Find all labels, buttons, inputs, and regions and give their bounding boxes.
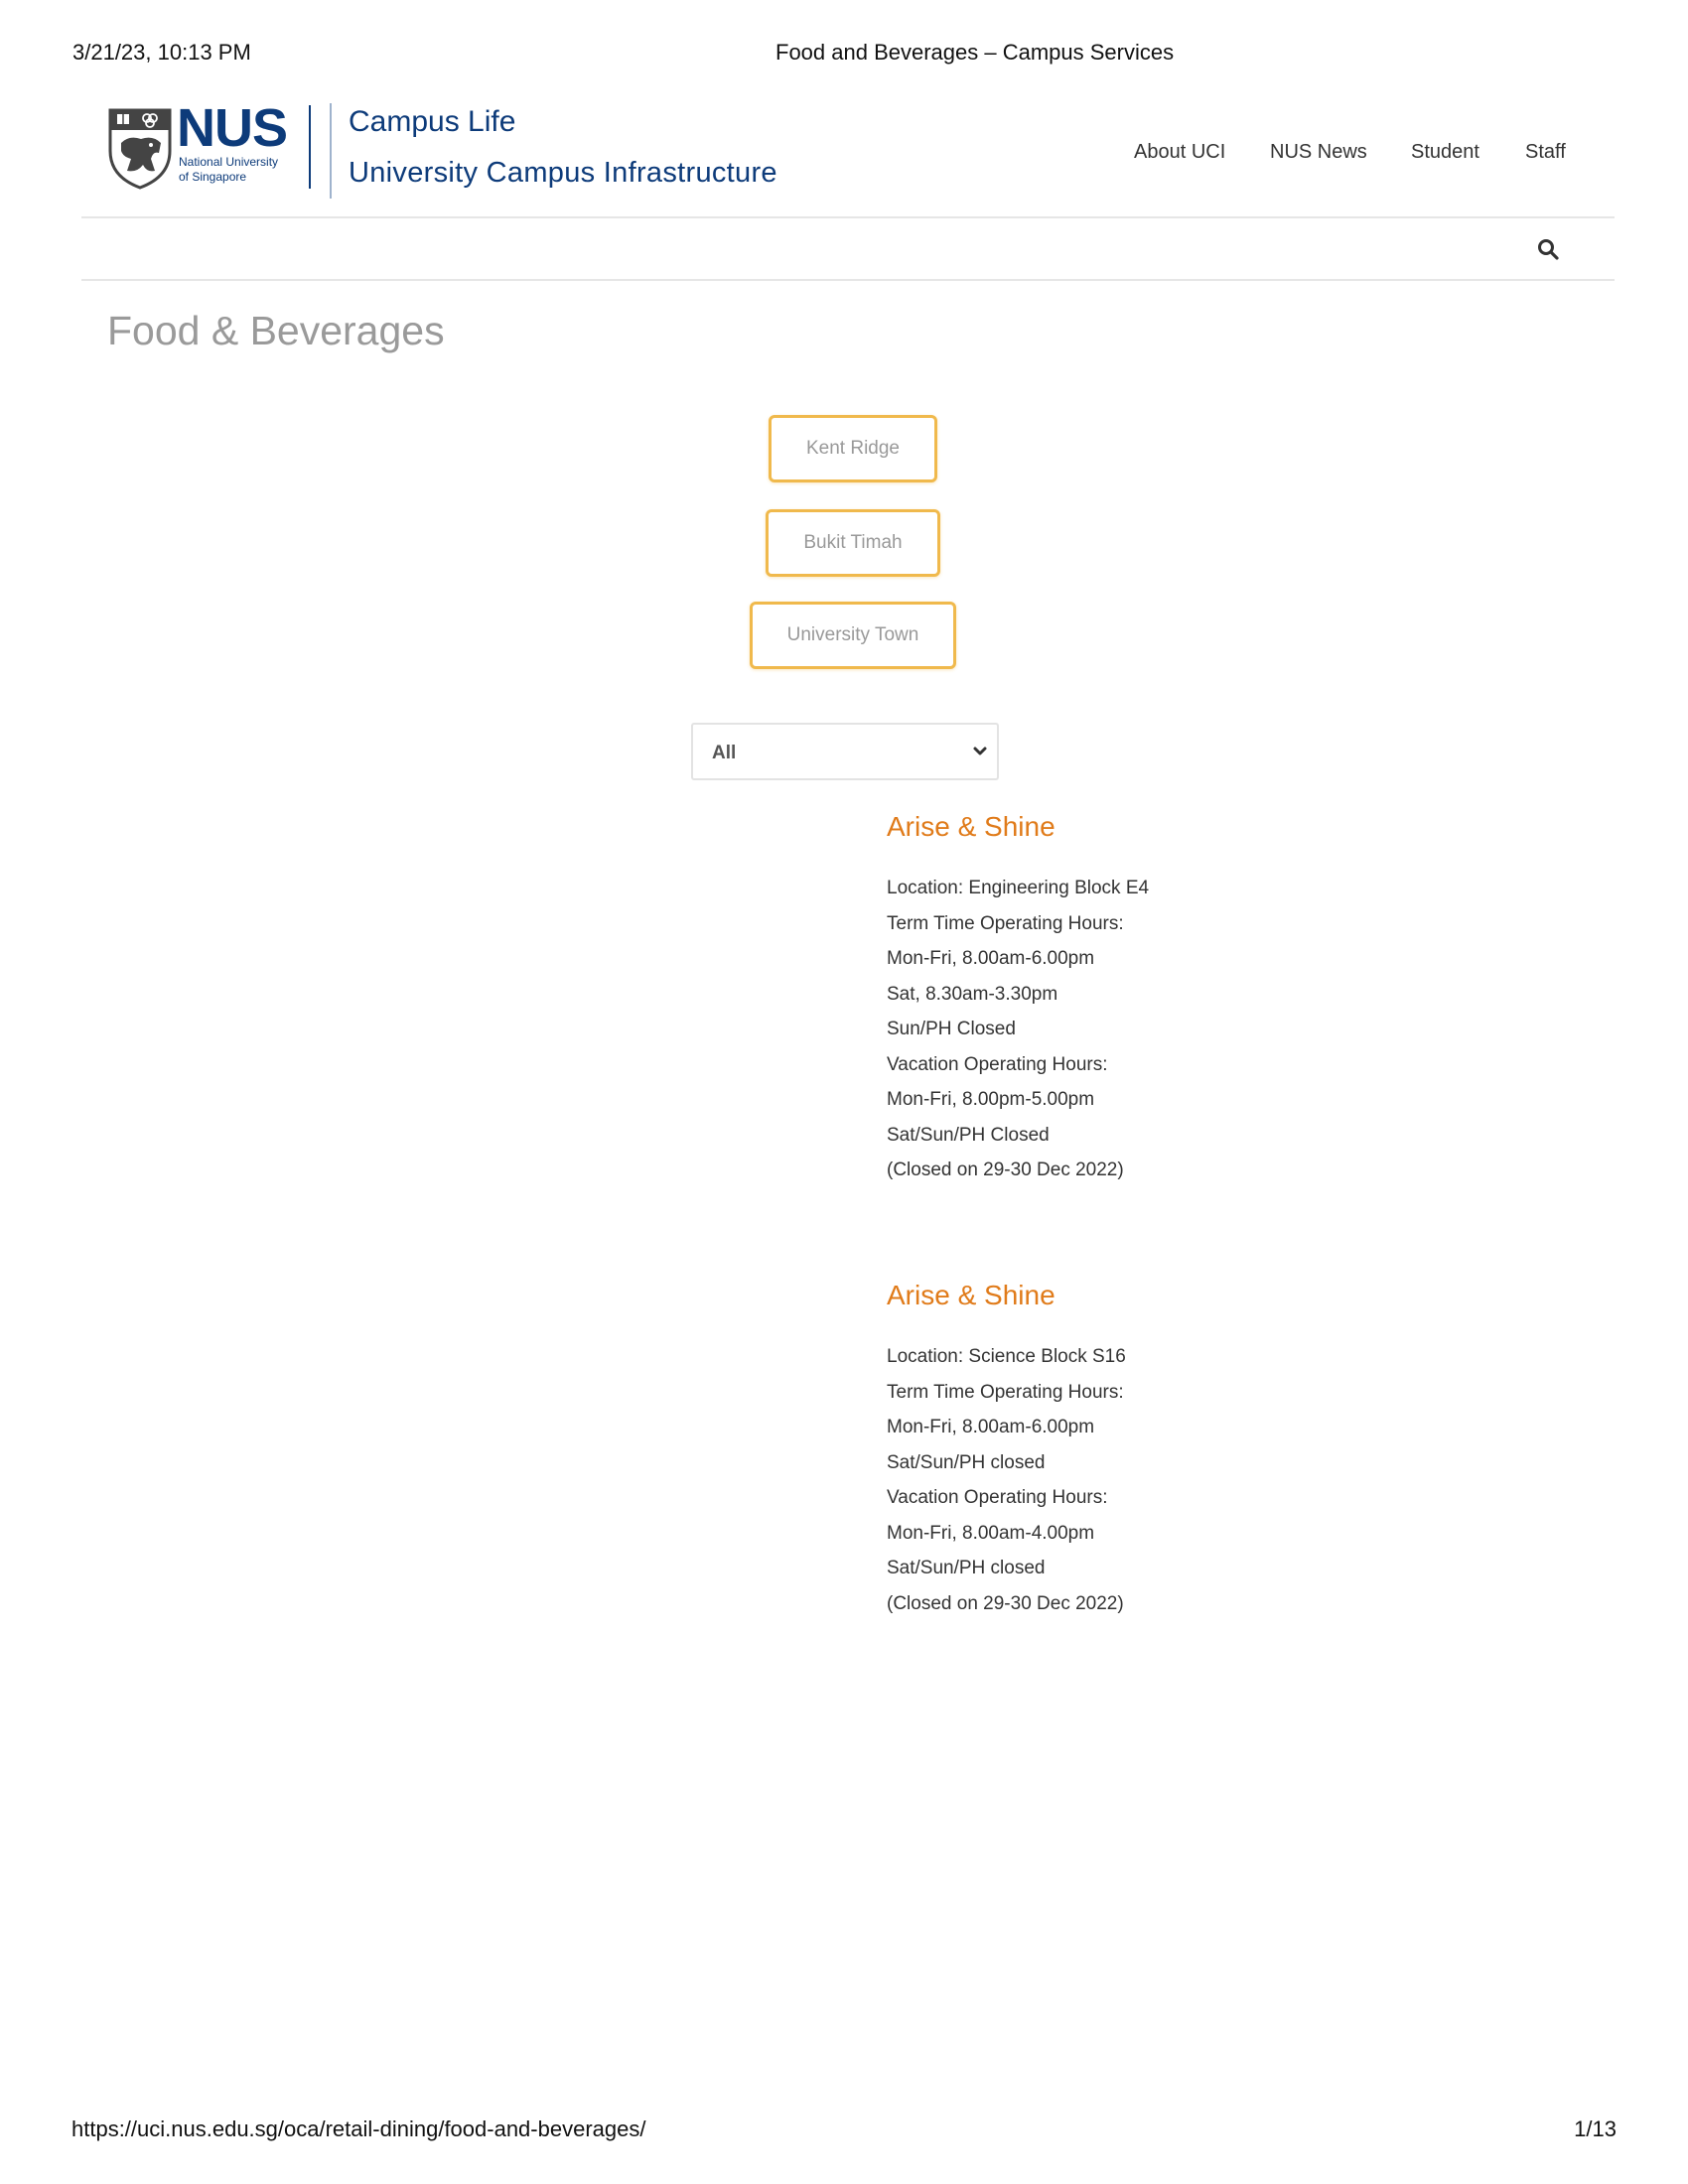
search-icon[interactable]	[1537, 238, 1559, 260]
outlet-hours-line: Mon-Fri, 8.00am-6.00pm	[887, 1417, 1095, 1437]
print-datetime: 3/21/23, 10:13 PM	[72, 40, 251, 65]
outlet-name: Arise & Shine	[887, 1280, 1055, 1310]
search-bar-divider	[81, 279, 1615, 281]
nav-item-staff[interactable]: Staff	[1525, 141, 1566, 164]
outlet-hours-heading: Vacation Operating Hours:	[887, 1053, 1108, 1075]
category-filter-select[interactable]: All	[691, 723, 999, 780]
outlet-hours-line: Sat/Sun/PH closed	[887, 1451, 1046, 1473]
outlet-name: Arise & Shine	[887, 811, 1055, 842]
nav-item-student[interactable]: Student	[1411, 141, 1479, 164]
nus-full-name-line2: of Singapore	[179, 170, 247, 184]
print-page-number: 1/13	[1574, 2116, 1617, 2141]
outlet-hours-line: Sun/PH Closed	[887, 1019, 1016, 1039]
outlet-card: Arise & Shine Location: Science Block S1…	[887, 1280, 1126, 1629]
print-url: https://uci.nus.edu.sg/oca/retail-dining…	[71, 2116, 646, 2141]
bukit-timah-button[interactable]: Bukit Timah	[766, 509, 940, 577]
university-town-button[interactable]: University Town	[750, 602, 956, 669]
outlet-hours-line: Mon-Fri, 8.00pm-5.00pm	[887, 1089, 1095, 1110]
header-divider	[81, 216, 1615, 218]
print-page-title: Food and Beverages – Campus Services	[775, 40, 1175, 65]
outlet-closure-note: (Closed on 29-30 Dec 2022)	[887, 1160, 1124, 1180]
outlet-hours-line: Sat/Sun/PH closed	[887, 1558, 1046, 1578]
kent-ridge-button[interactable]: Kent Ridge	[769, 415, 937, 482]
outlet-hours-heading: Term Time Operating Hours:	[887, 1381, 1124, 1403]
filter-selected-value: All	[712, 743, 737, 763]
outlet-hours-line: Mon-Fri, 8.00am-4.00pm	[887, 1522, 1095, 1544]
campus-life-label: Campus Life	[349, 105, 516, 138]
outlet-hours-heading: Vacation Operating Hours:	[887, 1487, 1108, 1508]
top-nav: About UCI NUS News Student Staff	[0, 141, 1688, 171]
outlet-card: Arise & Shine Location: Engineering Bloc…	[887, 811, 1149, 1196]
nav-item-about-uci[interactable]: About UCI	[1134, 141, 1225, 164]
outlet-hours-line: Sat/Sun/PH Closed	[887, 1124, 1050, 1146]
nav-item-nus-news[interactable]: NUS News	[1270, 141, 1367, 164]
page-title: Food & Beverages	[107, 308, 445, 353]
outlet-closure-note: (Closed on 29-30 Dec 2022)	[887, 1592, 1124, 1614]
outlet-location: Location: Engineering Block E4	[887, 878, 1150, 898]
outlet-location: Location: Science Block S16	[887, 1346, 1126, 1367]
outlet-hours-heading: Term Time Operating Hours:	[887, 912, 1124, 934]
chevron-down-icon	[973, 747, 987, 755]
outlet-hours-line: Sat, 8.30am-3.30pm	[887, 983, 1058, 1005]
outlet-hours-line: Mon-Fri, 8.00am-6.00pm	[887, 948, 1095, 969]
